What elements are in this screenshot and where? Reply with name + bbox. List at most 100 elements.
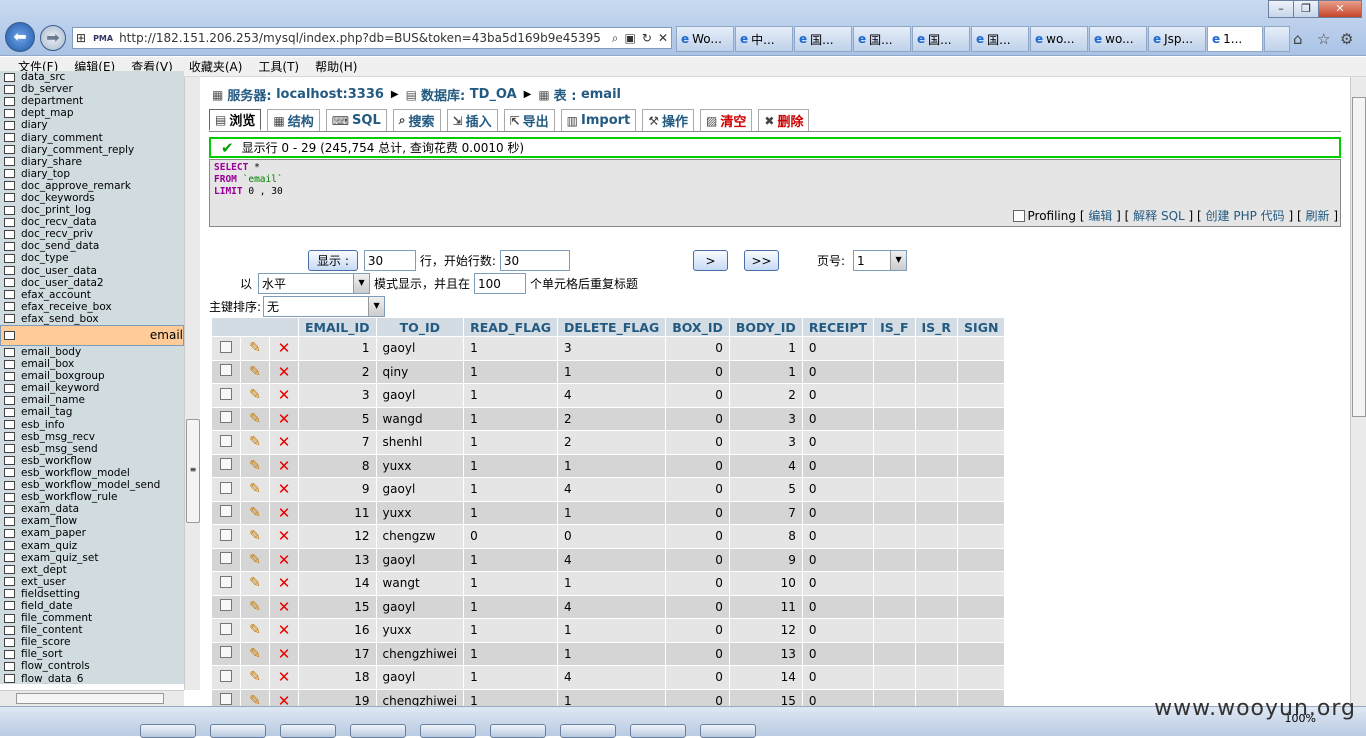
column-header[interactable]: IS_R	[915, 318, 958, 336]
table-icon[interactable]	[4, 371, 15, 381]
pencil-edit-icon[interactable]: ✎	[249, 458, 261, 474]
browser-tab[interactable]: e 中...	[735, 26, 793, 52]
sort-select[interactable]: 无 ▼	[263, 296, 386, 317]
forward-button[interactable]: ➡	[40, 25, 66, 51]
sidebar-table-item[interactable]: db_server	[0, 83, 184, 95]
sidebar-table-item[interactable]: exam_flow	[0, 515, 184, 527]
sidebar-table-item[interactable]: department	[0, 95, 184, 107]
table-icon[interactable]	[4, 108, 15, 118]
table-icon[interactable]	[4, 468, 15, 478]
table-icon[interactable]	[4, 181, 15, 191]
create-php-link[interactable]: 创建 PHP 代码	[1206, 207, 1285, 224]
browser-tab[interactable]: e Jsp...	[1148, 26, 1206, 52]
table-icon[interactable]	[4, 229, 15, 239]
table-icon[interactable]	[4, 625, 15, 635]
row-checkbox[interactable]	[220, 505, 232, 518]
column-header[interactable]: READ_FLAG	[464, 318, 558, 336]
sidebar-table-item[interactable]: diary	[0, 119, 184, 131]
sidebar-hscroll-thumb[interactable]	[16, 693, 164, 704]
sidebar-table-item[interactable]: data_src	[0, 71, 184, 83]
start-row-input[interactable]: 30	[499, 250, 570, 271]
sidebar-table-item[interactable]: efax_receive_box	[0, 301, 184, 313]
table-icon[interactable]	[4, 553, 15, 563]
table-icon[interactable]	[4, 96, 15, 106]
sidebar-table-item[interactable]: doc_keywords	[0, 192, 184, 204]
last-page-button[interactable]: >>	[744, 250, 779, 271]
row-checkbox[interactable]	[220, 622, 232, 635]
tab-structure[interactable]: ▦ 结构	[267, 109, 320, 131]
home-icon[interactable]: ⌂	[1293, 30, 1303, 48]
sidebar-table-item[interactable]: diary_comment_reply	[0, 144, 184, 156]
sidebar-table-item[interactable]: efax_send_box	[0, 313, 184, 325]
sidebar-table-item[interactable]: exam_quiz	[0, 539, 184, 552]
table-icon[interactable]	[4, 205, 15, 215]
delete-x-icon[interactable]: ✕	[278, 480, 291, 498]
next-page-button[interactable]: >	[693, 250, 728, 271]
sidebar-table-item[interactable]: doc_user_data2	[0, 277, 184, 289]
pencil-edit-icon[interactable]: ✎	[249, 622, 261, 638]
table-icon[interactable]	[4, 347, 15, 357]
pencil-edit-icon[interactable]: ✎	[249, 669, 261, 685]
page-select[interactable]: 1 ▼	[853, 250, 908, 271]
pencil-edit-icon[interactable]: ✎	[249, 575, 261, 591]
database-link[interactable]: TD_OA	[470, 87, 517, 102]
sidebar-table-item[interactable]: doc_approve_remark	[0, 180, 184, 192]
delete-x-icon[interactable]: ✕	[278, 645, 291, 663]
pencil-edit-icon[interactable]: ✎	[249, 505, 261, 521]
table-icon[interactable]	[4, 217, 15, 227]
sidebar-table-item[interactable]: esb_workflow	[0, 455, 184, 467]
browser-tab[interactable]: e 国...	[794, 26, 852, 52]
sidebar-table-item[interactable]: doc_print_log	[0, 204, 184, 216]
edit-sql-link[interactable]: 编辑	[1088, 207, 1112, 224]
sidebar-table-item[interactable]: email_boxgroup	[0, 370, 184, 382]
pencil-edit-icon[interactable]: ✎	[249, 646, 261, 662]
table-icon[interactable]	[4, 193, 15, 203]
table-icon[interactable]	[4, 241, 15, 251]
show-button[interactable]: 显示 :	[308, 250, 358, 271]
column-header[interactable]: RECEIPT	[802, 318, 874, 336]
sidebar-table-item[interactable]: exam_data	[0, 503, 184, 515]
table-icon[interactable]	[4, 480, 15, 490]
delete-x-icon[interactable]: ✕	[278, 457, 291, 475]
table-icon[interactable]	[4, 120, 15, 130]
table-icon[interactable]	[4, 169, 15, 179]
tab-empty[interactable]: ▨ 清空	[700, 109, 753, 131]
row-checkbox[interactable]	[220, 669, 232, 682]
delete-x-icon[interactable]: ✕	[278, 598, 291, 616]
column-header[interactable]: BOX_ID	[666, 318, 729, 336]
sidebar-scroll-thumb[interactable]: ≡	[186, 419, 200, 523]
sidebar-table-item[interactable]: diary_comment	[0, 131, 184, 144]
stop-icon[interactable]: ✕	[658, 31, 668, 45]
table-icon[interactable]	[4, 528, 15, 538]
minimize-button[interactable]: –	[1268, 0, 1294, 18]
delete-x-icon[interactable]: ✕	[278, 410, 291, 428]
table-icon[interactable]	[4, 290, 15, 300]
delete-x-icon[interactable]: ✕	[278, 668, 291, 686]
pencil-edit-icon[interactable]: ✎	[249, 411, 261, 427]
table-icon[interactable]	[4, 395, 15, 405]
address-bar[interactable]: ⊞ PMA http://182.151.206.253/mysql/index…	[72, 27, 672, 49]
tab-browse[interactable]: ▤ 浏览	[209, 109, 262, 131]
column-header[interactable]: TO_ID	[376, 318, 464, 336]
table-icon[interactable]	[4, 330, 15, 340]
browser-tab[interactable]: e 国...	[853, 26, 911, 52]
pencil-edit-icon[interactable]: ✎	[249, 693, 261, 706]
sidebar-table-item[interactable]: file_sort	[0, 648, 184, 660]
browser-tab[interactable]: e 国...	[971, 26, 1029, 52]
sidebar-table-item[interactable]: esb_msg_send	[0, 443, 184, 455]
tab-search[interactable]: ⌕ 搜索	[392, 109, 441, 131]
delete-x-icon[interactable]: ✕	[278, 363, 291, 381]
tab-operations[interactable]: ⚒ 操作	[642, 109, 695, 131]
sidebar-table-item[interactable]: ext_dept	[0, 564, 184, 576]
delete-x-icon[interactable]: ✕	[278, 339, 291, 357]
server-link[interactable]: localhost:3336	[276, 87, 384, 102]
sidebar-table-item[interactable]: doc_user_data	[0, 265, 184, 277]
tab-sql[interactable]: ⌨ SQL	[325, 109, 387, 131]
pencil-edit-icon[interactable]: ✎	[249, 528, 261, 544]
sidebar-table-item[interactable]: file_score	[0, 636, 184, 648]
repeat-header-input[interactable]: 100	[474, 273, 527, 294]
pencil-edit-icon[interactable]: ✎	[249, 387, 261, 403]
table-icon[interactable]	[4, 432, 15, 442]
tab-drop[interactable]: ✖ 删除	[758, 109, 810, 131]
sidebar-table-item[interactable]: email_keyword	[0, 382, 184, 394]
